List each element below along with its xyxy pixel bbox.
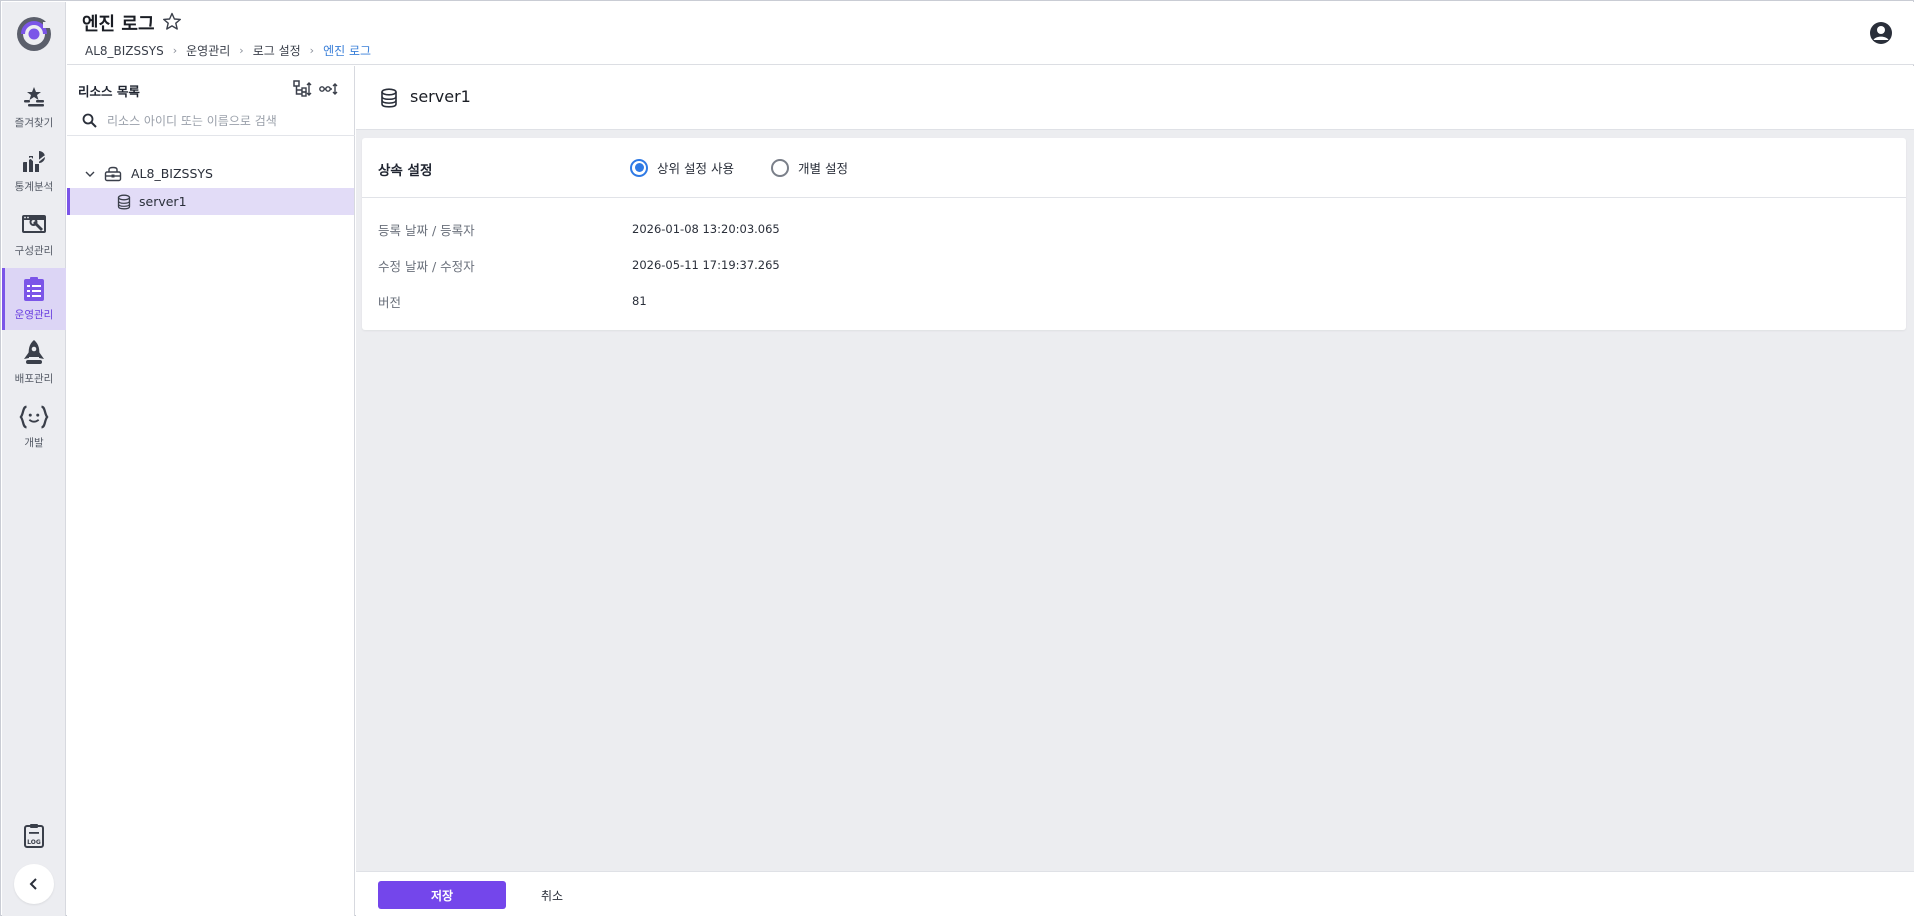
resource-list-title: 리소스 목록: [78, 84, 140, 99]
tree-node-label: AL8_BIZSSYS: [131, 166, 213, 181]
resource-panel: 리소스 목록 리소스 아이디 또는 이름으로 검색 AL8_BIZSSYS se…: [67, 66, 355, 916]
cancel-button[interactable]: 취소: [522, 881, 582, 909]
user-account-icon[interactable]: [1868, 20, 1894, 46]
deploy-rocket-icon: [19, 338, 49, 368]
star-icon[interactable]: [161, 11, 183, 33]
nav-rail: 즐겨찾기 통계분석 구성관리 운영관리 배포관리 개발 LOG: [2, 2, 66, 916]
breadcrumb-item[interactable]: 로그 설정: [253, 42, 301, 59]
inherit-setting-row: 상속 설정 상위 설정 사용 개별 설정: [362, 138, 1906, 198]
resource-search: [67, 106, 355, 136]
nav-item-statistics[interactable]: 통계분석: [2, 140, 66, 202]
nav-item-label: 개발: [24, 437, 44, 449]
radio-individual-setting[interactable]: 개별 설정: [771, 158, 848, 177]
system-icon: [104, 166, 122, 181]
chevron-left-icon: [29, 878, 37, 890]
created-label: 등록 날짜 / 등록자: [378, 223, 475, 238]
page-header: 엔진 로그 AL8_BIZSSYS › 운영관리 › 로그 설정 › 엔진 로그: [67, 2, 1914, 65]
tree-node-root[interactable]: AL8_BIZSSYS: [67, 160, 354, 187]
nav-item-label: 구성관리: [14, 245, 54, 257]
nav-item-operations[interactable]: 운영관리: [2, 268, 66, 330]
svg-text:LOG: LOG: [27, 839, 41, 846]
detail-header: server1: [356, 66, 1914, 130]
radio-unchecked-icon: [771, 158, 789, 177]
app-window: 즐겨찾기 통계분석 구성관리 운영관리 배포관리 개발 LOG 엔진 로그 AL…: [0, 0, 1914, 916]
radio-use-parent-setting[interactable]: 상위 설정 사용: [630, 158, 734, 177]
app-logo-icon[interactable]: [15, 15, 53, 53]
breadcrumb-item[interactable]: 운영관리: [186, 42, 230, 59]
breadcrumb-current: 엔진 로그: [323, 44, 372, 58]
nav-item-label: 즐겨찾기: [14, 117, 54, 129]
search-icon: [82, 113, 97, 128]
statistics-icon: [19, 146, 49, 176]
radio-label: 개별 설정: [798, 161, 848, 176]
nav-item-favorites[interactable]: 즐겨찾기: [2, 76, 66, 138]
tree-connect-icon[interactable]: [319, 80, 339, 98]
tree-expand-icon[interactable]: [293, 80, 313, 98]
nav-item-label: 통계분석: [14, 181, 54, 193]
tree-node-server1[interactable]: server1: [67, 188, 354, 215]
development-braces-icon: [19, 402, 49, 432]
nav-item-configuration[interactable]: 구성관리: [2, 204, 66, 266]
tree-node-label: server1: [139, 194, 187, 209]
version-label: 버전: [378, 295, 402, 310]
breadcrumb: AL8_BIZSSYS › 운영관리 › 로그 설정 › 엔진 로그: [85, 42, 371, 59]
search-input[interactable]: [107, 110, 347, 132]
radio-checked-icon: [630, 158, 648, 177]
configuration-icon: [19, 210, 49, 240]
operations-icon: [19, 274, 49, 304]
breadcrumb-item[interactable]: AL8_BIZSSYS: [85, 44, 164, 58]
collapse-sidebar-button[interactable]: [14, 864, 54, 904]
chevron-down-icon[interactable]: [84, 168, 96, 180]
modified-label: 수정 날짜 / 수정자: [378, 259, 475, 274]
chevron-right-icon: ›: [309, 44, 315, 57]
nav-item-label: 운영관리: [14, 309, 54, 321]
chevron-right-icon: ›: [172, 44, 178, 57]
radio-label: 상위 설정 사용: [657, 161, 734, 176]
favorites-icon: [19, 82, 49, 112]
settings-card: 상속 설정 상위 설정 사용 개별 설정 등록 날짜 / 등록자 2026-01…: [362, 138, 1906, 330]
database-icon: [381, 88, 397, 108]
save-button[interactable]: 저장: [378, 881, 506, 909]
main-content: server1 상속 설정 상위 설정 사용 개별 설정 등록 날짜 / 등록자…: [356, 66, 1914, 916]
modified-value: 2026-05-11 17:19:37.265: [632, 258, 780, 272]
nav-item-deploy[interactable]: 배포관리: [2, 332, 66, 394]
created-value: 2026-01-08 13:20:03.065: [632, 222, 780, 236]
version-value: 81: [632, 294, 647, 308]
log-icon[interactable]: LOG: [20, 822, 48, 850]
resource-title: server1: [410, 87, 471, 106]
action-footer: 저장 취소: [356, 871, 1914, 916]
page-title: 엔진 로그: [82, 14, 155, 35]
nav-item-development[interactable]: 개발: [2, 396, 66, 458]
chevron-right-icon: ›: [239, 44, 244, 57]
database-icon: [117, 194, 131, 209]
inherit-setting-label: 상속 설정: [378, 163, 433, 179]
nav-item-label: 배포관리: [14, 373, 54, 385]
